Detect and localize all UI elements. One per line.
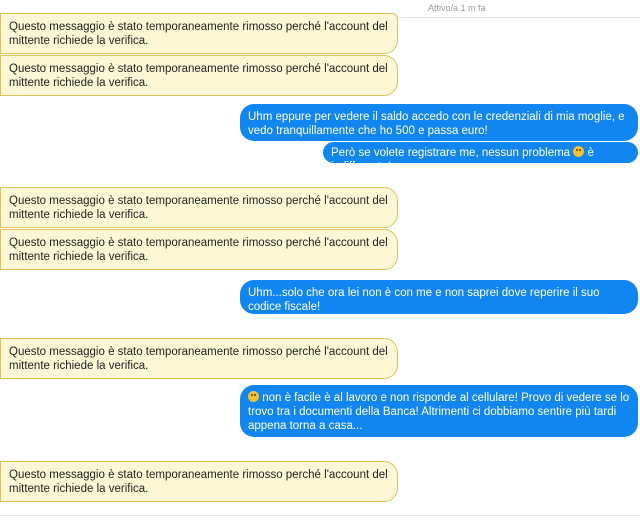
removed-message-bubble[interactable]: Questo messaggio è stato temporaneamente…: [0, 13, 398, 54]
message-text: non è facile è al lavoro e non risponde …: [248, 392, 630, 432]
divider: [0, 515, 640, 516]
message-text: Però se volete registrare me, nessun pro…: [331, 147, 571, 159]
sent-message-bubble[interactable]: Però se volete registrare me, nessun pro…: [323, 142, 638, 173]
sent-message-bubble[interactable]: Uhm eppure per vedere il saldo accedo co…: [240, 104, 638, 141]
active-status: Attivo/a 1 m fa: [428, 3, 486, 13]
removed-message-bubble[interactable]: Questo messaggio è stato temporaneamente…: [0, 338, 398, 379]
removed-message-bubble[interactable]: Questo messaggio è stato temporaneamente…: [0, 187, 398, 228]
removed-message-bubble[interactable]: Questo messaggio è stato temporaneamente…: [0, 461, 398, 502]
sent-message-bubble[interactable]: non è facile è al lavoro e non risponde …: [240, 385, 638, 437]
sent-message-bubble[interactable]: Uhm...solo che ora lei non è con me e no…: [240, 280, 638, 314]
removed-message-bubble[interactable]: Questo messaggio è stato temporaneamente…: [0, 229, 398, 270]
removed-message-bubble[interactable]: Questo messaggio è stato temporaneamente…: [0, 55, 398, 96]
smiling-face-emoji-icon: [248, 391, 259, 402]
grinning-face-emoji-icon: [573, 146, 585, 157]
